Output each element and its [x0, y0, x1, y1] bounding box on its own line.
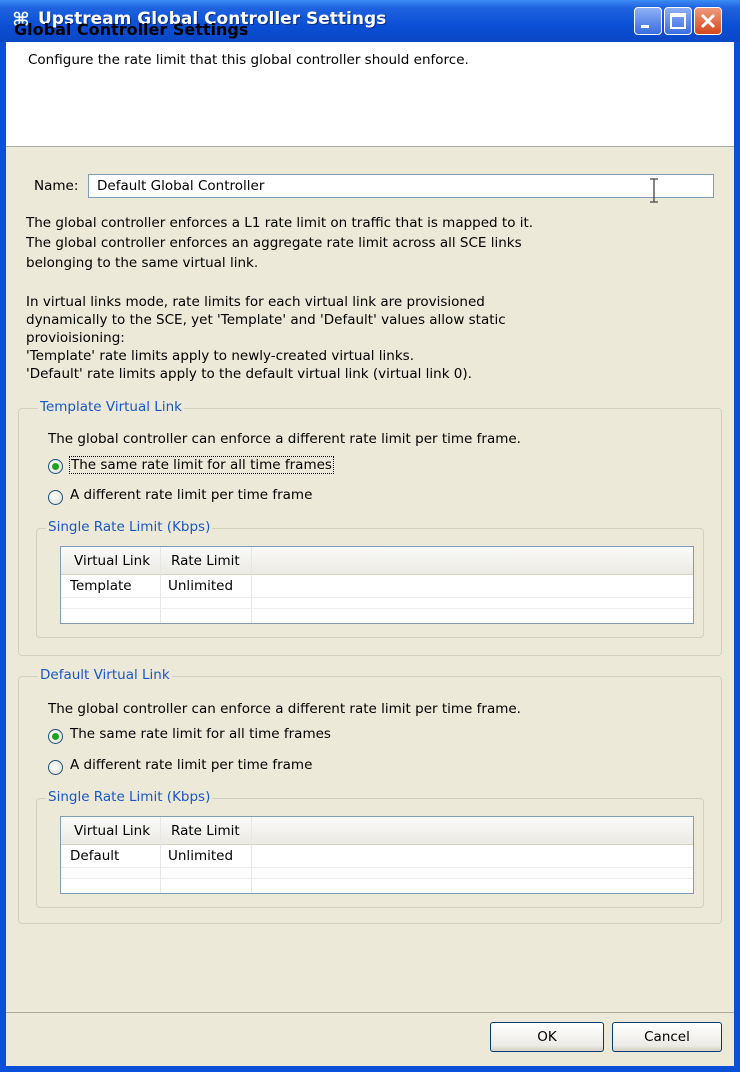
close-icon: [700, 13, 716, 29]
table-row[interactable]: [61, 575, 693, 597]
table-header-row: [61, 817, 693, 845]
info-line: dynamically to the SCE, yet 'Template' a…: [26, 312, 506, 328]
template-option-different-label[interactable]: A different rate limit per time frame: [70, 487, 312, 503]
default-option-different-label[interactable]: A different rate limit per time frame: [70, 757, 312, 773]
name-input[interactable]: Default Global Controller: [88, 174, 714, 198]
default-option-same-label[interactable]: The same rate limit for all time frames: [70, 726, 331, 742]
info-line: provioisioning:: [26, 330, 125, 346]
row-divider: [61, 878, 693, 879]
cell-rate-limit: Unlimited: [168, 848, 234, 864]
cancel-button[interactable]: Cancel: [612, 1022, 722, 1052]
name-label: Name:: [34, 178, 79, 194]
template-group-title: Template Virtual Link: [38, 399, 184, 415]
info-paragraph-2: In virtual links mode, rate limits for e…: [26, 293, 506, 383]
template-radio-different[interactable]: [48, 490, 63, 505]
info-paragraph-1: The global controller enforces a L1 rate…: [26, 213, 533, 273]
row-divider: [61, 608, 693, 609]
row-divider: [61, 867, 693, 868]
column-header-rate-limit[interactable]: Rate Limit: [171, 823, 240, 839]
maximize-button[interactable]: [664, 7, 692, 35]
default-radio-same[interactable]: [48, 729, 63, 744]
template-option-same-label[interactable]: The same rate limit for all time frames: [69, 456, 334, 474]
row-divider: [61, 597, 693, 598]
close-button[interactable]: [694, 7, 722, 35]
table-header-row: [61, 547, 693, 575]
minimize-button[interactable]: [634, 7, 662, 35]
minimize-icon: [641, 25, 649, 28]
default-subgroup-title: Single Rate Limit (Kbps): [46, 789, 213, 805]
button-bar-divider: [6, 1012, 734, 1013]
page-description: Configure the rate limit that this globa…: [28, 52, 469, 68]
info-line: belonging to the same virtual link.: [26, 255, 259, 271]
template-radio-same[interactable]: [48, 459, 63, 474]
table-row[interactable]: [61, 845, 693, 867]
default-radio-different[interactable]: [48, 760, 63, 775]
default-intro-text: The global controller can enforce a diff…: [48, 701, 521, 717]
cell-virtual-link: Default: [70, 848, 120, 864]
page-title: Global Controller Settings: [14, 20, 249, 39]
column-header-virtual-link[interactable]: Virtual Link: [74, 553, 150, 569]
maximize-icon: [670, 13, 686, 29]
default-group-title: Default Virtual Link: [38, 667, 172, 683]
info-line: The global controller enforces an aggreg…: [26, 235, 522, 251]
column-header-rate-limit[interactable]: Rate Limit: [171, 553, 240, 569]
info-line: The global controller enforces a L1 rate…: [26, 215, 534, 231]
cell-virtual-link: Template: [70, 578, 132, 594]
column-header-virtual-link[interactable]: Virtual Link: [74, 823, 150, 839]
text-cursor-icon: [648, 178, 660, 204]
ok-button[interactable]: OK: [490, 1022, 604, 1052]
info-line: 'Template' rate limits apply to newly-cr…: [26, 348, 414, 364]
template-subgroup-title: Single Rate Limit (Kbps): [46, 519, 213, 535]
cell-rate-limit: Unlimited: [168, 578, 234, 594]
info-line: 'Default' rate limits apply to the defau…: [26, 366, 472, 382]
template-intro-text: The global controller can enforce a diff…: [48, 431, 521, 447]
info-line: In virtual links mode, rate limits for e…: [26, 294, 485, 310]
